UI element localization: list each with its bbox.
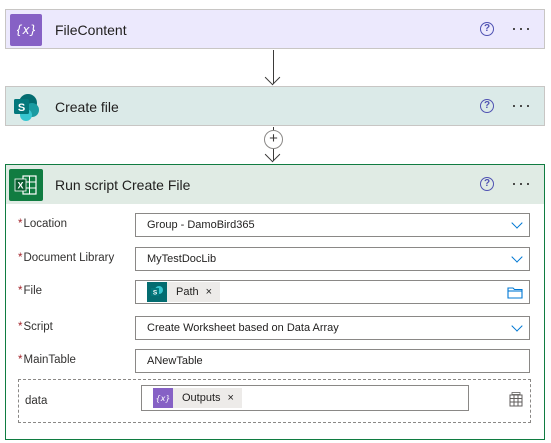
- main-table-value: ANewTable: [147, 355, 203, 367]
- file-input[interactable]: S Path ×: [135, 280, 530, 304]
- file-row: *File S Path ×: [18, 280, 530, 306]
- help-icon[interactable]: ?: [480, 22, 494, 36]
- help-icon[interactable]: ?: [480, 177, 494, 191]
- svg-text:X: X: [17, 181, 23, 191]
- variable-braces-icon: {x}: [10, 14, 42, 46]
- data-input[interactable]: {x} Outputs ×: [141, 385, 469, 411]
- variable-braces-icon: {x}: [153, 388, 173, 408]
- data-parameter-group: data {x} Outputs ×: [18, 379, 531, 423]
- step-title: Run script Create File: [55, 176, 191, 193]
- step-title: Create file: [55, 98, 119, 115]
- svg-text:S: S: [18, 102, 25, 114]
- step-filecontent-card[interactable]: {x} FileContent ? ···: [5, 9, 545, 49]
- data-label: data: [25, 395, 48, 407]
- location-value: Group - DamoBird365: [147, 219, 255, 231]
- script-value: Create Worksheet based on Data Array: [147, 322, 339, 334]
- main-table-label: *MainTable: [18, 354, 76, 366]
- file-label: *File: [18, 285, 43, 297]
- script-label: *Script: [18, 321, 53, 333]
- remove-token-icon[interactable]: ×: [228, 392, 234, 404]
- remove-token-icon[interactable]: ×: [206, 286, 212, 298]
- step-filecontent-header[interactable]: {x} FileContent ? ···: [6, 10, 544, 49]
- step-run-script-header[interactable]: X Run script Create File ? ···: [6, 165, 544, 204]
- svg-text:S: S: [153, 290, 158, 297]
- path-token[interactable]: S Path ×: [147, 282, 221, 302]
- step-create-file-header[interactable]: S Create file ? ···: [6, 87, 544, 126]
- document-library-value: MyTestDocLib: [147, 253, 217, 265]
- arrow-down-icon: [264, 69, 281, 86]
- document-library-label: *Document Library: [18, 252, 115, 264]
- document-library-dropdown[interactable]: MyTestDocLib: [135, 247, 530, 271]
- document-library-row: *Document Library MyTestDocLib: [18, 247, 530, 273]
- main-table-row: *MainTable ANewTable: [18, 349, 530, 375]
- arrow-down-icon: [264, 146, 281, 163]
- chevron-down-icon[interactable]: [511, 320, 523, 332]
- sharepoint-icon: S: [10, 91, 42, 123]
- help-icon[interactable]: ?: [480, 99, 494, 113]
- step-create-file-card[interactable]: S Create file ? ···: [5, 86, 545, 126]
- insert-step-button[interactable]: +: [264, 130, 283, 149]
- path-token-label: Path: [176, 286, 199, 298]
- location-label: *Location: [18, 218, 67, 230]
- svg-text:{x}: {x}: [17, 23, 35, 37]
- more-options-icon[interactable]: ···: [511, 174, 532, 192]
- svg-text:{x}: {x}: [156, 394, 170, 403]
- outputs-token[interactable]: {x} Outputs ×: [153, 388, 242, 408]
- location-dropdown[interactable]: Group - DamoBird365: [135, 213, 530, 237]
- folder-icon[interactable]: [507, 286, 523, 302]
- step-title: FileContent: [55, 21, 127, 38]
- excel-icon: X: [9, 169, 43, 201]
- chevron-down-icon[interactable]: [511, 251, 523, 263]
- script-row: *Script Create Worksheet based on Data A…: [18, 316, 530, 342]
- script-dropdown[interactable]: Create Worksheet based on Data Array: [135, 316, 530, 340]
- more-options-icon[interactable]: ···: [511, 96, 532, 114]
- main-table-input[interactable]: ANewTable: [135, 349, 530, 373]
- location-row: *Location Group - DamoBird365: [18, 213, 530, 239]
- chevron-down-icon[interactable]: [511, 217, 523, 229]
- more-options-icon[interactable]: ···: [511, 19, 532, 37]
- array-mode-icon[interactable]: [508, 392, 524, 411]
- outputs-token-label: Outputs: [182, 392, 221, 404]
- sharepoint-icon: S: [147, 282, 167, 302]
